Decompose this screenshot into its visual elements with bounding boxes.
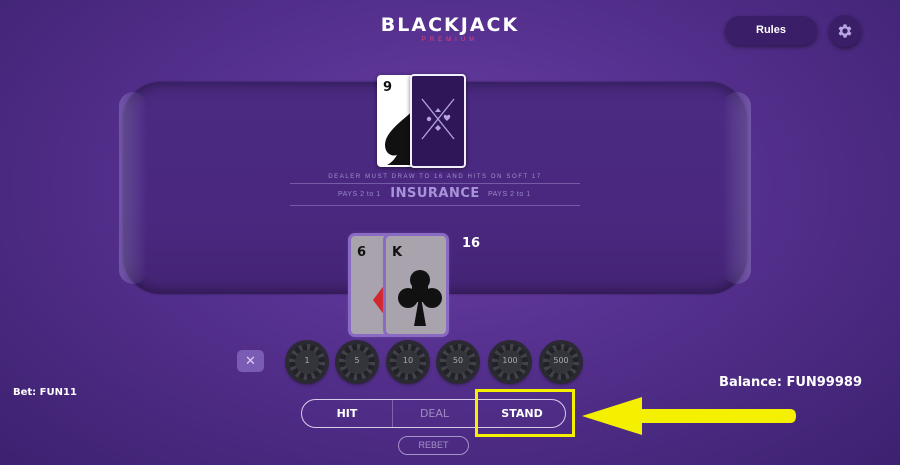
rule-divider-top <box>290 183 580 184</box>
chip-50[interactable]: 50 <box>438 342 478 382</box>
chip-500-label: 500 <box>553 356 569 365</box>
rebet-button[interactable]: REBET <box>398 436 469 455</box>
chip-100[interactable]: 100 <box>490 342 530 382</box>
clear-bet-button[interactable]: ✕ <box>237 350 264 372</box>
chip-10-label: 10 <box>402 356 414 365</box>
close-icon: ✕ <box>245 353 256 368</box>
player-card-2: K <box>386 236 446 334</box>
rule-divider-bottom <box>290 205 580 206</box>
pointer-arrow-icon <box>582 397 796 435</box>
gear-icon <box>838 24 852 38</box>
chip-50-label: 50 <box>452 356 464 365</box>
diamond-icon <box>373 276 391 324</box>
dealer-card-2-facedown <box>410 74 466 168</box>
rules-button[interactable]: Rules <box>725 16 817 45</box>
chip-1[interactable]: 1 <box>287 342 327 382</box>
stand-highlight-box <box>475 389 575 437</box>
chip-500[interactable]: 500 <box>541 342 581 382</box>
hit-button[interactable]: HIT <box>302 400 392 427</box>
settings-button[interactable] <box>829 15 861 47</box>
club-icon <box>398 270 442 326</box>
bet-amount: Bet: FUN11 <box>13 387 77 398</box>
pays-right: PAYS 2 to 1 <box>488 191 531 198</box>
deal-button[interactable]: DEAL <box>392 400 477 427</box>
chip-1-label: 1 <box>304 356 310 365</box>
balance-amount: Balance: FUN99989 <box>719 375 862 390</box>
chip-100-label: 100 <box>502 356 518 365</box>
dealer-rule-text: DEALER MUST DRAW TO 16 AND HITS ON SOFT … <box>328 174 542 180</box>
insurance-row: PAYS 2 to 1 INSURANCE PAYS 2 to 1 <box>300 186 570 204</box>
chip-5-label: 5 <box>354 356 360 365</box>
chip-5[interactable]: 5 <box>337 342 377 382</box>
player-card-1: 6 <box>351 236 391 334</box>
card-back-suits-icon <box>421 98 455 140</box>
chip-10[interactable]: 10 <box>388 342 428 382</box>
player-score: 16 <box>462 236 481 251</box>
